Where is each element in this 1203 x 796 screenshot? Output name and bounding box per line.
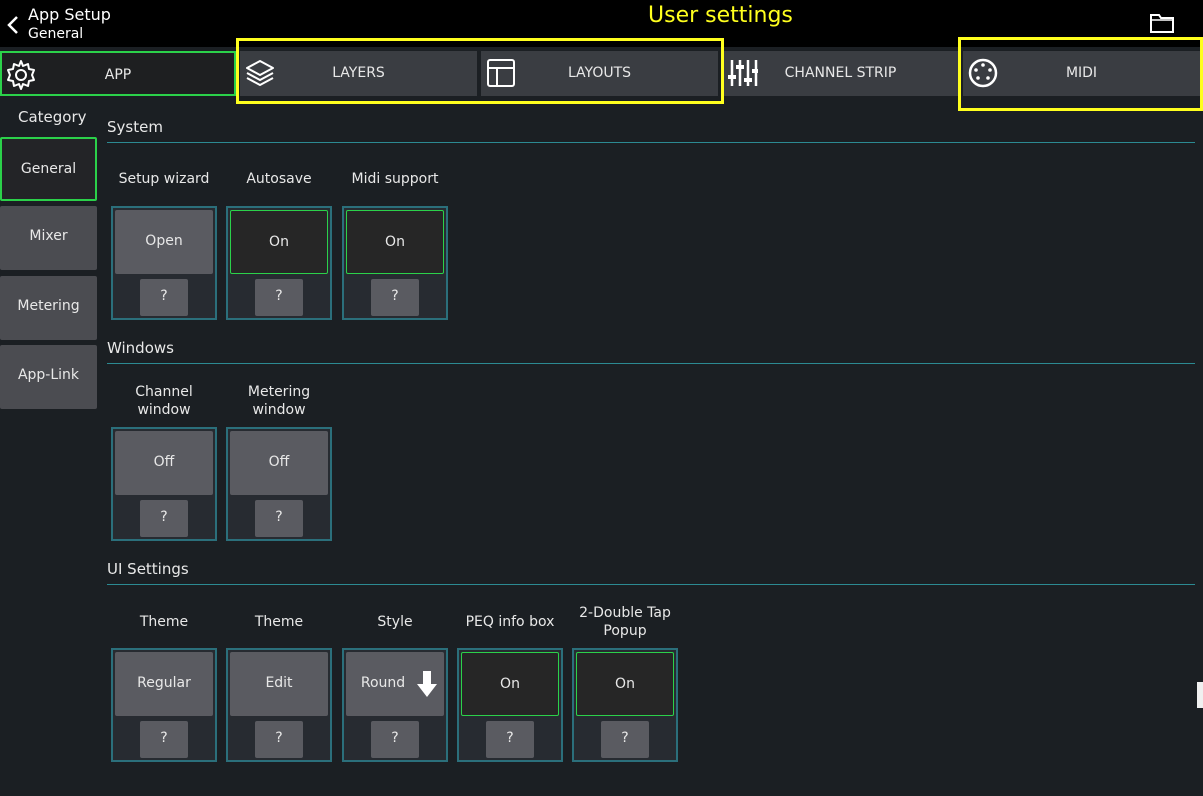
help-button[interactable]: ? [486, 721, 534, 758]
help-label: ? [275, 509, 283, 525]
setting-caption: Metering window [247, 384, 311, 418]
folder-icon[interactable] [1148, 12, 1176, 34]
theme-select-button[interactable]: Regular [115, 652, 213, 716]
section-title-system: System [107, 118, 163, 136]
setting-caption: Autosave [246, 171, 312, 187]
theme-edit-button[interactable]: Edit [230, 652, 328, 716]
setting-card-channel-window: Off ? [111, 427, 217, 541]
help-label: ? [160, 730, 168, 746]
annotation-label: User settings [648, 3, 793, 28]
setting-card-theme-edit: Edit ? [226, 648, 332, 762]
section-divider [107, 584, 1195, 585]
metering-window-toggle[interactable]: Off [230, 431, 328, 495]
peq-info-box-toggle[interactable]: On [461, 652, 559, 716]
toggle-label: On [615, 676, 635, 692]
setting-card-style: Round ? [342, 648, 448, 762]
setting-card-midi-support: On ? [342, 206, 448, 320]
channel-window-toggle[interactable]: Off [115, 431, 213, 495]
help-label: ? [506, 730, 514, 746]
section-title-windows: Windows [107, 339, 174, 357]
setting-caption: Channel window [135, 384, 193, 418]
scrollbar-thumb[interactable] [1197, 682, 1203, 708]
setup-wizard-button[interactable]: Open [115, 210, 213, 274]
help-button[interactable]: ? [255, 721, 303, 758]
setting-caption: Style [377, 614, 413, 630]
help-label: ? [391, 730, 399, 746]
help-button[interactable]: ? [371, 721, 419, 758]
page-title: App Setup [28, 5, 111, 24]
help-button[interactable]: ? [140, 500, 188, 537]
toggle-label: On [500, 676, 520, 692]
autosave-toggle[interactable]: On [230, 210, 328, 274]
section-divider [107, 363, 1195, 364]
double-tap-popup-toggle[interactable]: On [576, 652, 674, 716]
help-label: ? [275, 730, 283, 746]
sidebar-item-mixer[interactable]: Mixer [0, 206, 97, 270]
sidebar-item-label: Metering [17, 298, 80, 314]
section-title-ui-settings: UI Settings [107, 560, 189, 578]
setting-caption: Midi support [351, 171, 439, 187]
help-button[interactable]: ? [255, 279, 303, 316]
midi-support-toggle[interactable]: On [346, 210, 444, 274]
help-label: ? [391, 288, 399, 304]
setting-caption: Setup wizard [118, 171, 210, 187]
help-button[interactable]: ? [601, 721, 649, 758]
toggle-label: Off [153, 454, 175, 470]
toggle-label: On [385, 234, 405, 250]
setting-caption: 2-Double Tap Popup [579, 605, 671, 639]
setting-card-autosave: On ? [226, 206, 332, 320]
sidebar-item-label: Mixer [29, 228, 68, 244]
setting-card-peq-info-box: On ? [457, 648, 563, 762]
toggle-label: On [269, 234, 289, 250]
back-chevron-icon[interactable] [3, 10, 23, 40]
help-button[interactable]: ? [371, 279, 419, 316]
setting-caption: Theme [139, 614, 189, 630]
setting-card-setup-wizard: Open ? [111, 206, 217, 320]
help-label: ? [275, 288, 283, 304]
page-subtitle: General [28, 26, 84, 42]
tab-channel-strip[interactable]: CHANNEL STRIP [722, 51, 959, 96]
highlight-box-midi [958, 37, 1203, 111]
sidebar-item-app-link[interactable]: App-Link [0, 345, 97, 409]
sidebar-item-label: General [20, 161, 77, 177]
help-label: ? [160, 288, 168, 304]
sidebar-item-label: App-Link [17, 367, 80, 383]
setting-card-double-tap-popup: On ? [572, 648, 678, 762]
sidebar-item-metering[interactable]: Metering [0, 276, 97, 340]
button-label: Open [145, 233, 183, 249]
setting-caption: Theme [254, 614, 304, 630]
toggle-label: Off [268, 454, 290, 470]
tab-app[interactable]: APP [0, 51, 236, 96]
category-heading: Category [18, 108, 87, 126]
help-button[interactable]: ? [255, 500, 303, 537]
help-button[interactable]: ? [140, 279, 188, 316]
setting-card-theme: Regular ? [111, 648, 217, 762]
help-label: ? [621, 730, 629, 746]
sidebar-item-general[interactable]: General [0, 137, 97, 201]
setting-card-metering-window: Off ? [226, 427, 332, 541]
tab-app-label: APP [104, 67, 132, 83]
tab-channel-strip-label: CHANNEL STRIP [784, 65, 897, 81]
button-label: Regular [137, 675, 191, 691]
highlight-box-layers-layouts [236, 38, 724, 104]
style-dropdown[interactable]: Round [346, 652, 444, 716]
help-label: ? [160, 509, 168, 525]
down-arrow-icon [417, 671, 437, 697]
button-label: Edit [265, 675, 293, 691]
help-button[interactable]: ? [140, 721, 188, 758]
section-divider [107, 142, 1195, 143]
setting-caption: PEQ info box [465, 614, 555, 630]
